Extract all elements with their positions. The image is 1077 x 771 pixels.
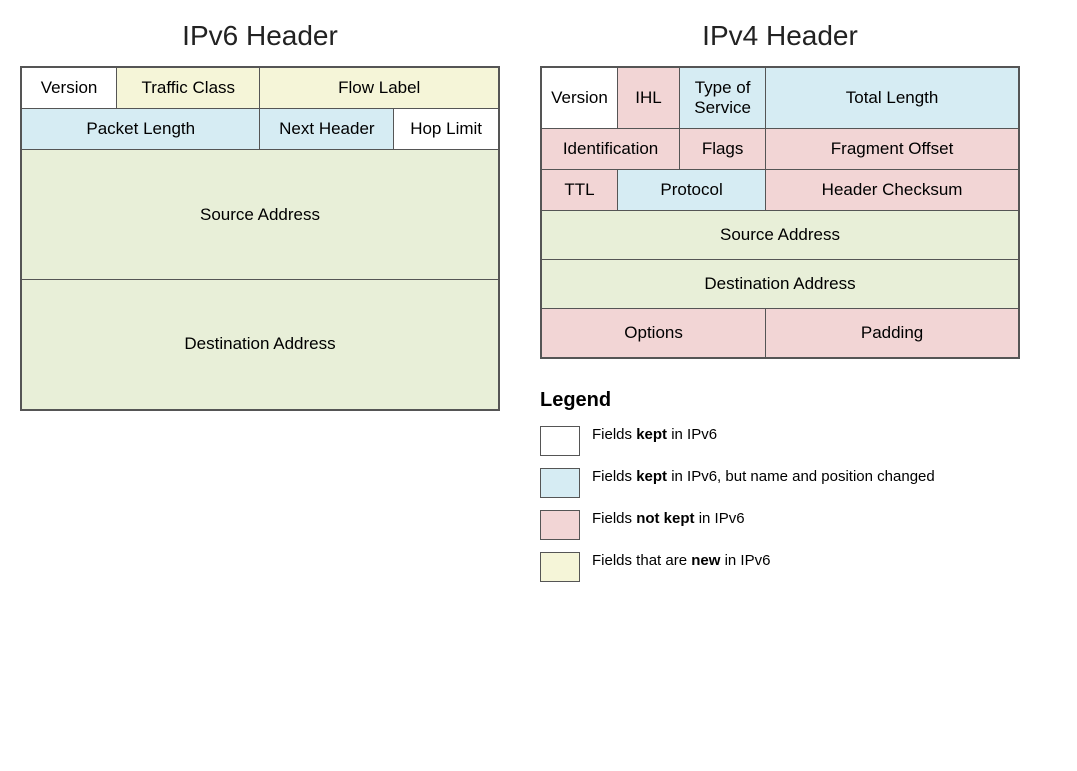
- legend-item-pink: Fields not kept in IPv6: [540, 508, 1020, 540]
- legend-box-yellow: [540, 552, 580, 582]
- ipv4-table: Version IHL Type of Service Total Length…: [540, 66, 1020, 359]
- ipv6-section: IPv6 Header Version Traffic Class Flow L…: [20, 20, 500, 411]
- ipv4-row-4: Source Address: [541, 211, 1019, 260]
- legend-box-white: [540, 426, 580, 456]
- ipv4-identification: Identification: [541, 129, 680, 170]
- ipv4-row-6: Options Padding: [541, 309, 1019, 359]
- ipv4-flags: Flags: [680, 129, 766, 170]
- ipv6-hop-limit: Hop Limit: [394, 109, 499, 150]
- ipv4-row-5: Destination Address: [541, 260, 1019, 309]
- ipv4-title: IPv4 Header: [540, 20, 1020, 52]
- ipv6-next-header: Next Header: [260, 109, 394, 150]
- legend-text-white: Fields kept in IPv6: [592, 424, 717, 445]
- ipv6-row-2: Packet Length Next Header Hop Limit: [21, 109, 499, 150]
- ipv4-type-of-service: Type of Service: [680, 67, 766, 129]
- legend-item-white: Fields kept in IPv6: [540, 424, 1020, 456]
- ipv6-row-1: Version Traffic Class Flow Label: [21, 67, 499, 109]
- legend-text-yellow: Fields that are new in IPv6: [592, 550, 770, 571]
- ipv4-source-address: Source Address: [541, 211, 1019, 260]
- ipv4-fragment-offset: Fragment Offset: [766, 129, 1019, 170]
- ipv6-version: Version: [21, 67, 117, 109]
- legend-text-pink: Fields not kept in IPv6: [592, 508, 745, 529]
- legend-text-lightblue: Fields kept in IPv6, but name and positi…: [592, 466, 935, 487]
- ipv6-table: Version Traffic Class Flow Label Packet …: [20, 66, 500, 411]
- ipv6-row-3: Source Address: [21, 150, 499, 280]
- legend-item-yellow: Fields that are new in IPv6: [540, 550, 1020, 582]
- ipv6-traffic-class: Traffic Class: [117, 67, 260, 109]
- ipv6-source-address: Source Address: [21, 150, 499, 280]
- ipv6-packet-length: Packet Length: [21, 109, 260, 150]
- ipv4-ihl: IHL: [617, 67, 679, 129]
- ipv4-row-3: TTL Protocol Header Checksum: [541, 170, 1019, 211]
- ipv4-destination-address: Destination Address: [541, 260, 1019, 309]
- ipv4-options: Options: [541, 309, 766, 359]
- legend-box-pink: [540, 510, 580, 540]
- ipv6-destination-address: Destination Address: [21, 280, 499, 410]
- legend-section: Legend Fields kept in IPv6 Fields kept i…: [540, 389, 1020, 582]
- legend-title: Legend: [540, 389, 1020, 412]
- ipv4-row-2: Identification Flags Fragment Offset: [541, 129, 1019, 170]
- ipv4-header-checksum: Header Checksum: [766, 170, 1019, 211]
- ipv6-title: IPv6 Header: [20, 20, 500, 52]
- ipv4-legend-section: IPv4 Header Version IHL Type of Service …: [540, 20, 1020, 592]
- main-container: IPv6 Header Version Traffic Class Flow L…: [20, 20, 1057, 592]
- ipv4-ttl: TTL: [541, 170, 617, 211]
- ipv4-padding: Padding: [766, 309, 1019, 359]
- ipv4-total-length: Total Length: [766, 67, 1019, 129]
- ipv4-version: Version: [541, 67, 617, 129]
- ipv4-row-1: Version IHL Type of Service Total Length: [541, 67, 1019, 129]
- ipv6-row-4: Destination Address: [21, 280, 499, 410]
- legend-box-lightblue: [540, 468, 580, 498]
- ipv4-protocol: Protocol: [617, 170, 765, 211]
- ipv6-flow-label: Flow Label: [260, 67, 499, 109]
- legend-item-lightblue: Fields kept in IPv6, but name and positi…: [540, 466, 1020, 498]
